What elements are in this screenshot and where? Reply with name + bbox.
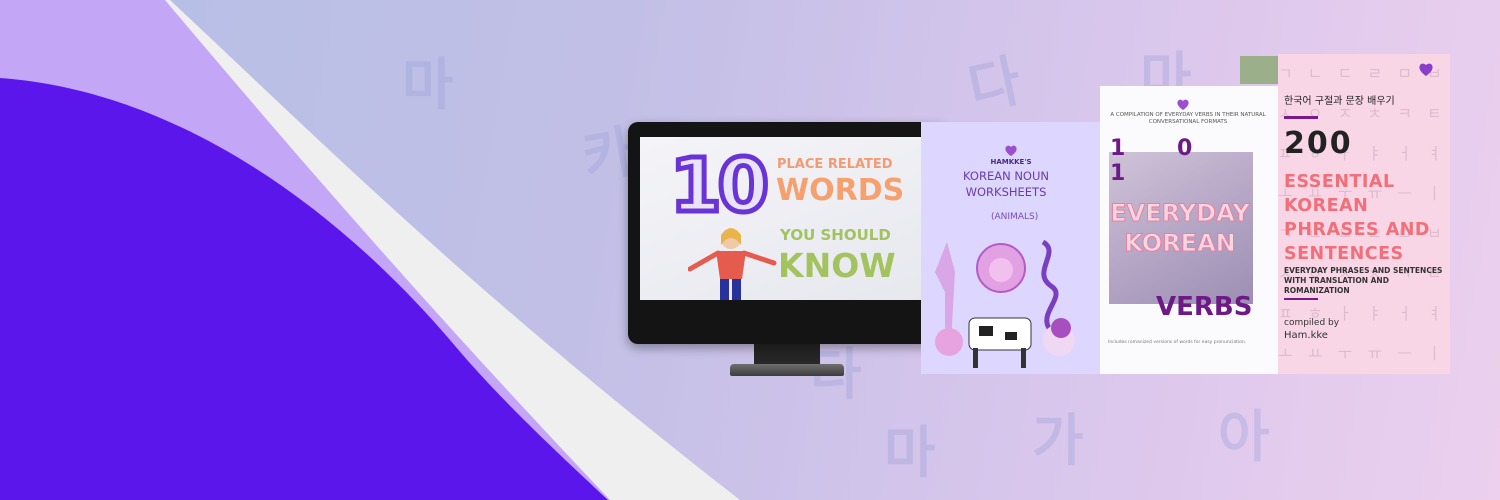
book-title-line: ESSENTIAL	[1284, 172, 1395, 192]
book-essential-korean-phrases[interactable]: ㄱ ㄴ ㄷ ㄹ ㅁ ㅂ ㅅ ㅇ ㅈ ㅊ ㅋ ㅌ ㅍ ㅎ ㅏ ㅑ ㅓ ㅕ ㅗ ㅛ …	[1278, 54, 1450, 374]
author-name: Ham.kke	[1284, 330, 1328, 341]
watermark-glyph: 마	[402, 53, 454, 118]
monitor-stand	[754, 344, 820, 366]
book-title-line: KOREAN	[1284, 196, 1369, 216]
watermark-glyph: 아	[1218, 405, 1270, 470]
monitor-base	[730, 364, 844, 376]
slide-line-know: KNOW	[778, 246, 896, 285]
divider	[1284, 298, 1318, 300]
hamkke-logo-icon	[1177, 99, 1189, 110]
book-tagline: A COMPILATION OF EVERYDAY VERBS IN THEIR…	[1110, 112, 1266, 125]
slide-line-place-related: PLACE RELATED	[777, 157, 893, 172]
hamkke-logo-icon	[1419, 63, 1433, 76]
book-title: EVERYDAY KOREAN	[1100, 198, 1260, 258]
slide-line-you-should: YOU SHOULD	[780, 226, 891, 244]
book-title: ESSENTIAL KOREAN PHRASES AND SENTENCES	[1284, 170, 1430, 266]
slide-number: 10	[668, 141, 772, 232]
book-korean-noun-worksheets[interactable]: HAMKKE'S KOREAN NOUN WORKSHEETS (ANIMALS…	[921, 122, 1101, 374]
slide-line-words: WORDS	[776, 173, 905, 208]
hamkke-logo-icon	[1005, 145, 1017, 156]
compiled-by-label: compiled by	[1284, 318, 1340, 328]
book-brand: HAMKKE'S	[990, 158, 1032, 166]
book-number: 1 0 1	[1110, 136, 1215, 186]
book-title-line1: EVERYDAY	[1110, 199, 1251, 228]
monitor-screen: 10 PLACE RELATED WORDS YOU SHOULD KNOW	[640, 137, 932, 300]
book-footer: Includes romanized versions of words for…	[1108, 340, 1247, 345]
animals-illustration	[935, 239, 1075, 368]
book-spine-tab	[1240, 56, 1280, 84]
book-everyday-korean-verbs[interactable]: A COMPILATION OF EVERYDAY VERBS IN THEIR…	[1100, 86, 1280, 374]
book-title-line3: VERBS	[1156, 292, 1253, 322]
watermark-glyph: 마	[884, 421, 936, 486]
watermark-glyph: 가	[1032, 409, 1084, 474]
book-title-line: PHRASES AND	[1284, 220, 1430, 240]
book-title: KOREAN NOUN WORKSHEETS	[962, 169, 1050, 199]
book-subtitle: (ANIMALS)	[991, 212, 1039, 222]
hero-banner: 마 다 마 카 마 가 아 다 10 PLACE RELATED WORDS Y…	[0, 0, 1500, 500]
divider	[1284, 116, 1318, 119]
girl-illustration	[688, 228, 777, 300]
book-number: 200	[1284, 126, 1353, 161]
book-korean-heading: 한국어 구절과 문장 배우기	[1284, 96, 1395, 107]
book-title-line2: KOREAN	[1124, 229, 1236, 258]
book-title-line: SENTENCES	[1284, 244, 1404, 264]
book-description: EVERYDAY PHRASES AND SENTENCES WITH TRAN…	[1284, 266, 1443, 295]
